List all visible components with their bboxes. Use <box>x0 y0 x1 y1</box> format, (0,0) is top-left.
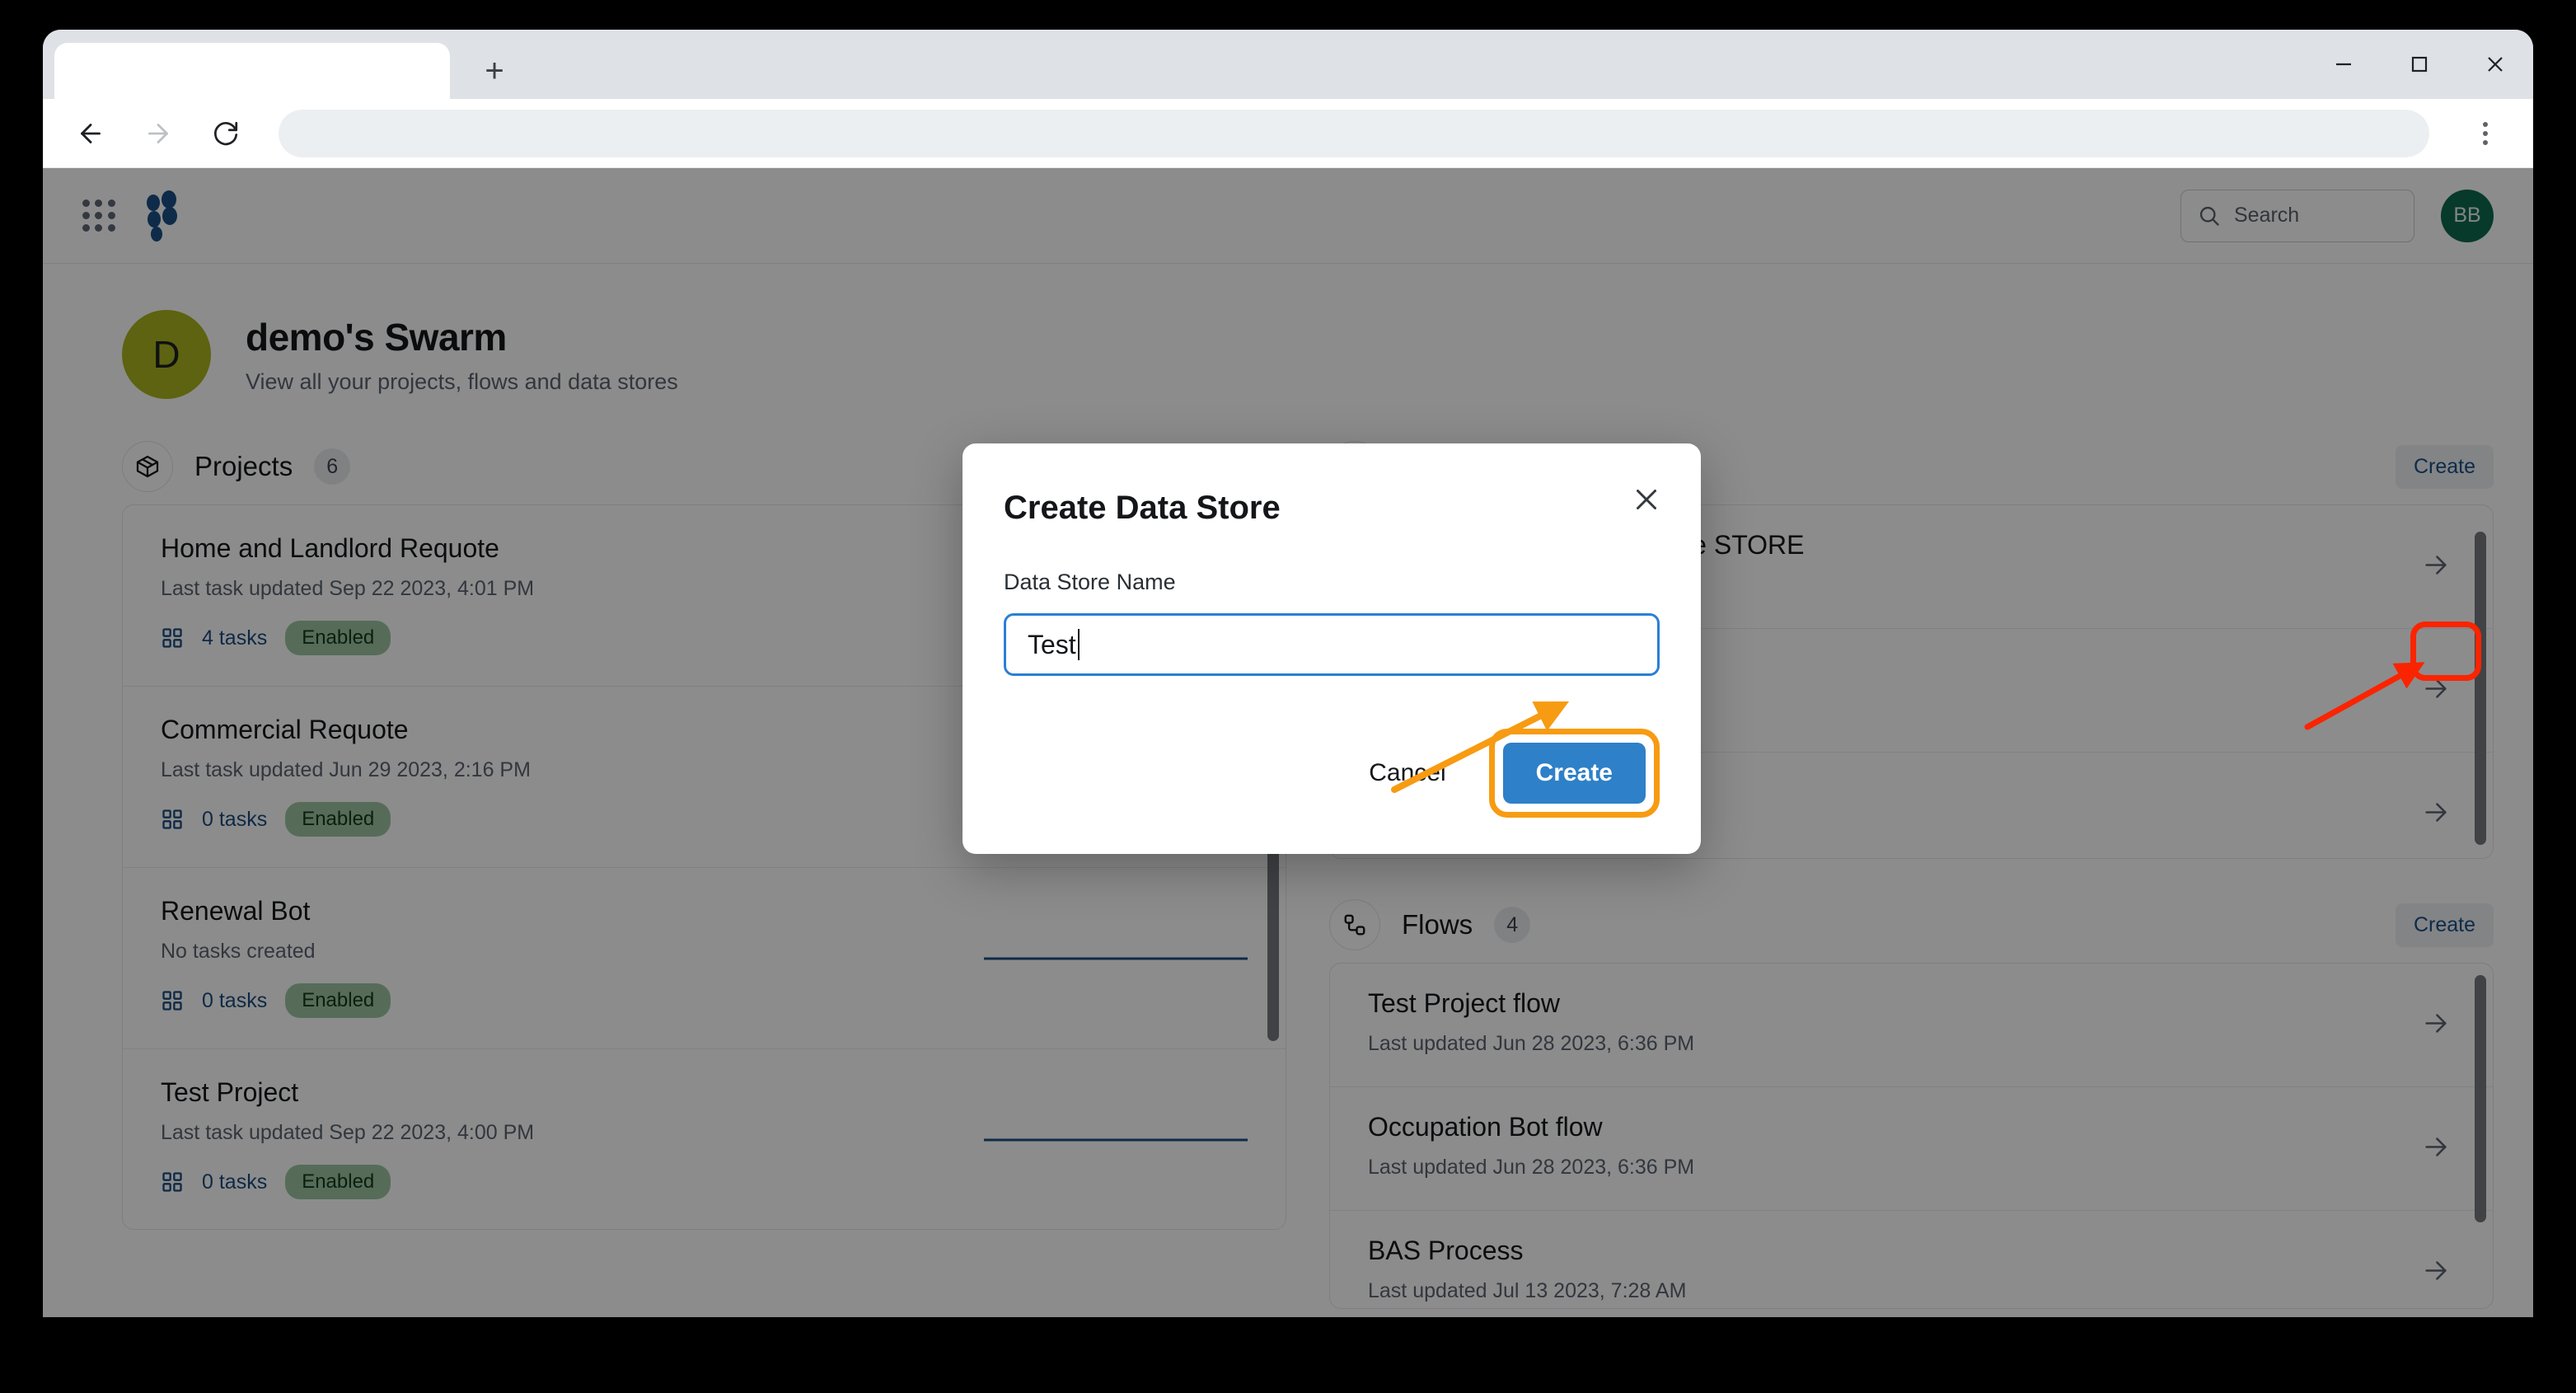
browser-tab[interactable] <box>54 43 450 99</box>
minimize-icon <box>2336 63 2351 66</box>
browser-menu-button[interactable] <box>2462 110 2508 157</box>
close-icon <box>2488 57 2503 72</box>
address-bar[interactable] <box>279 109 2429 157</box>
window-controls <box>2306 30 2533 99</box>
close-icon <box>1637 490 1656 509</box>
maximize-button[interactable] <box>2382 30 2457 99</box>
reload-icon <box>213 121 238 145</box>
data-store-name-label: Data Store Name <box>1004 570 1176 594</box>
back-button[interactable] <box>68 110 114 157</box>
browser-tabstrip: + <box>43 30 2533 99</box>
dialog-close-button[interactable] <box>1627 480 1666 519</box>
dialog-title: Create Data Store <box>1004 490 1281 526</box>
browser-tab-title <box>54 43 450 61</box>
data-store-name-input[interactable]: Test <box>1004 613 1660 676</box>
minimize-button[interactable] <box>2306 30 2382 99</box>
create-button[interactable]: Create <box>1502 743 1646 804</box>
forward-button[interactable] <box>135 110 181 157</box>
kebab-menu-icon-dot3 <box>2483 139 2488 145</box>
create-data-store-dialog: Create Data Store Data Store Name Test C… <box>962 443 1701 854</box>
forward-arrow-icon <box>148 123 168 143</box>
back-arrow-icon <box>81 123 101 143</box>
close-window-button[interactable] <box>2457 30 2533 99</box>
new-tab-button[interactable]: + <box>471 48 518 94</box>
app-viewport: Search BB D demo's Swarm View all your p… <box>43 168 2533 1317</box>
data-store-name-value: Test <box>1028 629 1076 659</box>
browser-window: + Search BB D demo's Swarm View all your… <box>43 30 2533 1317</box>
dialog-actions: Cancel Create <box>1004 729 1660 818</box>
create-button-highlight: Create <box>1488 729 1660 818</box>
kebab-menu-icon <box>2483 121 2488 127</box>
browser-toolbar <box>43 99 2533 168</box>
kebab-menu-icon-dot2 <box>2483 130 2488 136</box>
maximize-icon <box>2411 56 2428 73</box>
cancel-button[interactable]: Cancel <box>1341 744 1473 802</box>
plus-icon: + <box>485 53 504 89</box>
text-caret <box>1077 629 1080 660</box>
reload-button[interactable] <box>203 110 249 157</box>
screen: + Search BB D demo's Swarm View all your… <box>0 0 2576 1393</box>
